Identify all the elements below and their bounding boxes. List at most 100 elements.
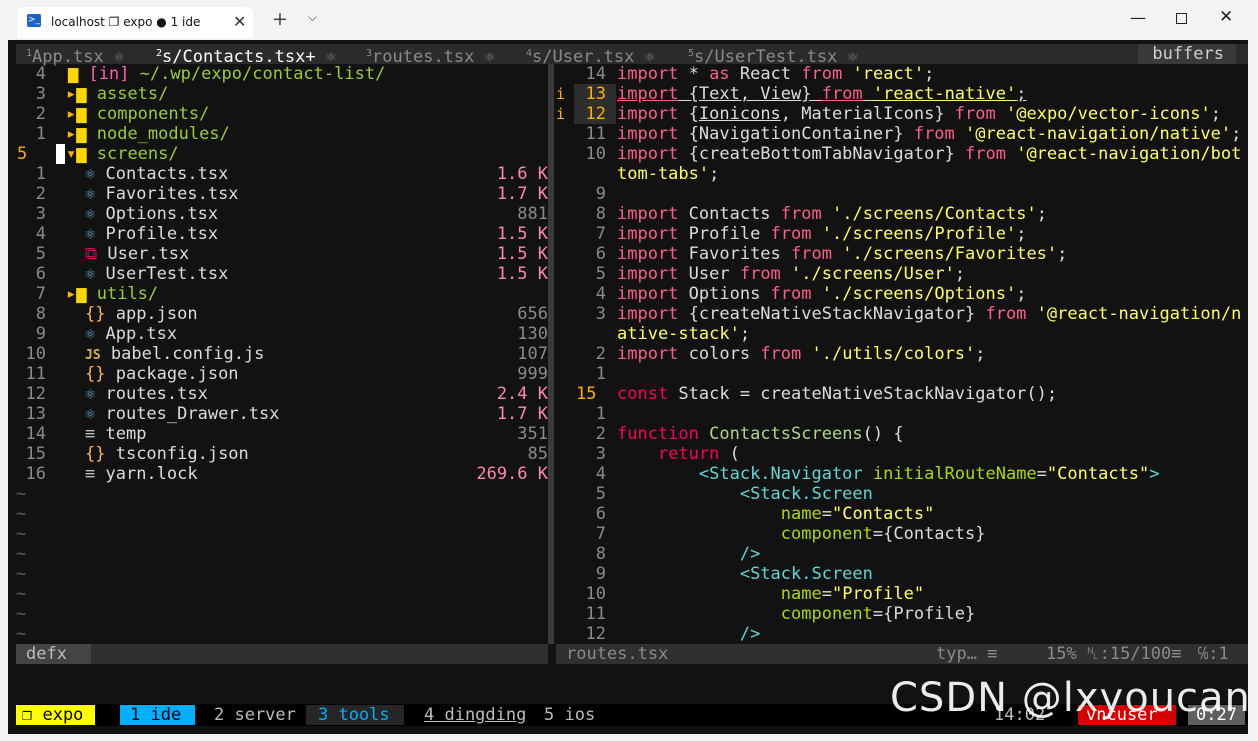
- code-token: const: [617, 384, 669, 404]
- tree-file-item[interactable]: ≡ yarn.lock: [85, 464, 198, 484]
- code-line[interactable]: ative-stack';: [617, 324, 750, 344]
- code-line[interactable]: component={Profile}: [617, 604, 975, 624]
- new-tab-button[interactable]: +: [272, 8, 288, 30]
- tmux-window-2[interactable]: 2 server: [214, 705, 296, 725]
- code-token: Stack = createNativeStackNavigator();: [668, 384, 1058, 404]
- code-line[interactable]: import Favorites from './screens/Favorit…: [617, 244, 1067, 264]
- close-window-button[interactable]: ✕: [1219, 7, 1233, 27]
- code-line-number: 9: [595, 564, 606, 584]
- tree-file-item[interactable]: ⚛ routes.tsx: [85, 384, 208, 404]
- code-line-number: 8: [595, 204, 606, 224]
- tree-item-label: Options.tsx: [95, 204, 219, 224]
- tmux-window-4[interactable]: 4 dingding: [424, 705, 526, 725]
- buffer-tab-2[interactable]: 2s/Contacts.tsx+ ⚛: [156, 44, 336, 67]
- code-token: "Contacts": [831, 504, 935, 524]
- empty-line-tilde: ~: [16, 484, 27, 504]
- tree-file-item[interactable]: ⚛ UserTest.tsx: [85, 264, 228, 284]
- code-line[interactable]: import {createNativeStackNavigator} from…: [617, 304, 1241, 324]
- tree-dir-item[interactable]: ▸▆ assets/: [66, 84, 168, 104]
- tree-dir-item[interactable]: ▸▆ utils/: [66, 284, 158, 304]
- tree-file-item[interactable]: ⚛ Profile.tsx: [85, 224, 218, 244]
- chevron-right-icon: ▸: [66, 84, 77, 104]
- buffer-tab-3[interactable]: 3routes.tsx ⚛: [366, 44, 495, 67]
- code-line[interactable]: component={Contacts}: [617, 524, 986, 544]
- code-line[interactable]: import User from './screens/User';: [617, 264, 965, 284]
- folder-icon: ▆: [76, 104, 87, 124]
- tmux-window-3[interactable]: 3 tools: [306, 705, 404, 725]
- buffer-tab-1[interactable]: 1App.tsx ⚛: [26, 44, 124, 67]
- code-line[interactable]: <Stack.Screen: [617, 564, 873, 584]
- tree-file-item[interactable]: ⚛ Favorites.tsx: [85, 184, 239, 204]
- code-line[interactable]: import Profile from './screens/Profile';: [617, 224, 1026, 244]
- code-line[interactable]: import colors from './utils/colors';: [617, 344, 986, 364]
- terminal-tab[interactable]: >_ localhost ❐ expo ● 1 ide ✕: [17, 7, 253, 38]
- code-line[interactable]: <Stack.Screen: [617, 484, 873, 504]
- code-line-number: 1: [595, 404, 606, 424]
- code-line[interactable]: const Stack = createNativeStackNavigator…: [617, 384, 1057, 404]
- tree-file-item[interactable]: ≡ temp: [85, 424, 146, 444]
- code-line[interactable]: name="Contacts": [617, 504, 935, 524]
- copy-icon: ⧉: [85, 244, 98, 264]
- code-line[interactable]: import Contacts from './screens/Contacts…: [617, 204, 1047, 224]
- tmux-window-5[interactable]: 5 ios: [544, 705, 595, 725]
- buffer-tab-4[interactable]: 4s/User.tsx ⚛: [526, 44, 655, 67]
- explorer-statusline: defx: [16, 644, 548, 664]
- code-line[interactable]: import {Ionicons, MaterialIcons} from '@…: [617, 104, 1221, 124]
- tab-dropdown-button[interactable]: ⌵: [308, 10, 317, 25]
- code-line[interactable]: />: [617, 624, 760, 644]
- code-token: import: [617, 124, 679, 144]
- json-icon: {}: [85, 304, 106, 324]
- tree-file-item[interactable]: {} tsconfig.json: [85, 444, 249, 464]
- buffer-tab-5[interactable]: 5s/UserTest.tsx ⚛: [688, 44, 858, 67]
- code-line[interactable]: tom-tabs';: [617, 164, 719, 184]
- code-token: {NavigationContainer}: [678, 124, 914, 144]
- code-token: ;: [709, 164, 720, 184]
- code-line[interactable]: import * as React from 'react';: [617, 64, 934, 84]
- tree-dir-item[interactable]: ▾▆ screens/: [66, 144, 179, 164]
- file-size: 130: [517, 324, 548, 344]
- code-line[interactable]: <Stack.Navigator initialRouteName="Conta…: [617, 464, 1160, 484]
- code-line[interactable]: name="Profile": [617, 584, 924, 604]
- tree-dir-item[interactable]: ▸▆ node_modules/: [66, 124, 230, 144]
- code-line[interactable]: function ContactsScreens() {: [617, 424, 904, 444]
- tmux-window-1[interactable]: 1 ide: [120, 705, 196, 725]
- tree-file-item[interactable]: ⚛ App.tsx: [85, 324, 177, 344]
- terminal-content[interactable]: 1App.tsx ⚛ 2s/Contacts.tsx+ ⚛ 3routes.ts…: [8, 40, 1248, 734]
- tmux-session[interactable]: ❐ expo: [16, 705, 96, 725]
- code-line[interactable]: return (: [617, 444, 740, 464]
- tree-file-item[interactable]: ⚛ Contacts.tsx: [85, 164, 228, 184]
- tree-file-item[interactable]: ⚛ Options.tsx: [85, 204, 218, 224]
- code-token: from: [913, 124, 955, 144]
- file-size: 1.6 K: [496, 164, 548, 184]
- tree-file-item[interactable]: ⧉ User.tsx: [85, 244, 189, 264]
- tree-file-item[interactable]: {} package.json: [85, 364, 239, 384]
- tree-file-item[interactable]: {} app.json: [85, 304, 198, 324]
- explorer-line-number: 12: [25, 384, 46, 404]
- code-token: '@react-navigation/bot: [1016, 144, 1242, 164]
- code-token: User: [678, 264, 740, 284]
- maximize-button[interactable]: [1176, 13, 1187, 24]
- code-line[interactable]: />: [617, 544, 760, 564]
- code-token: from: [770, 284, 812, 304]
- tree-file-item[interactable]: JS babel.config.js: [85, 344, 264, 364]
- tree-dir-item[interactable]: ▸▆ components/: [66, 104, 209, 124]
- code-line[interactable]: import {Text, View} from 'react-native';: [617, 84, 1026, 104]
- minimize-button[interactable]: —: [1130, 8, 1146, 27]
- text-icon: ≡: [85, 424, 96, 444]
- code-token: () {: [862, 424, 904, 444]
- code-line[interactable]: import {NavigationContainer} from '@reac…: [617, 124, 1241, 144]
- code-token: return: [657, 444, 720, 464]
- tree-file-item[interactable]: ⚛ routes_Drawer.tsx: [85, 404, 279, 424]
- split-divider[interactable]: [548, 64, 554, 644]
- code-line[interactable]: import Options from './screens/Options';: [617, 284, 1026, 304]
- react-icon: ⚛: [85, 224, 96, 244]
- code-line-number: 9: [595, 184, 606, 204]
- code-line[interactable]: import {createBottomTabNavigator} from '…: [617, 144, 1241, 164]
- tab-close-icon[interactable]: ✕: [233, 12, 246, 31]
- code-line-number: 4: [595, 284, 606, 304]
- code-token: from: [954, 104, 996, 124]
